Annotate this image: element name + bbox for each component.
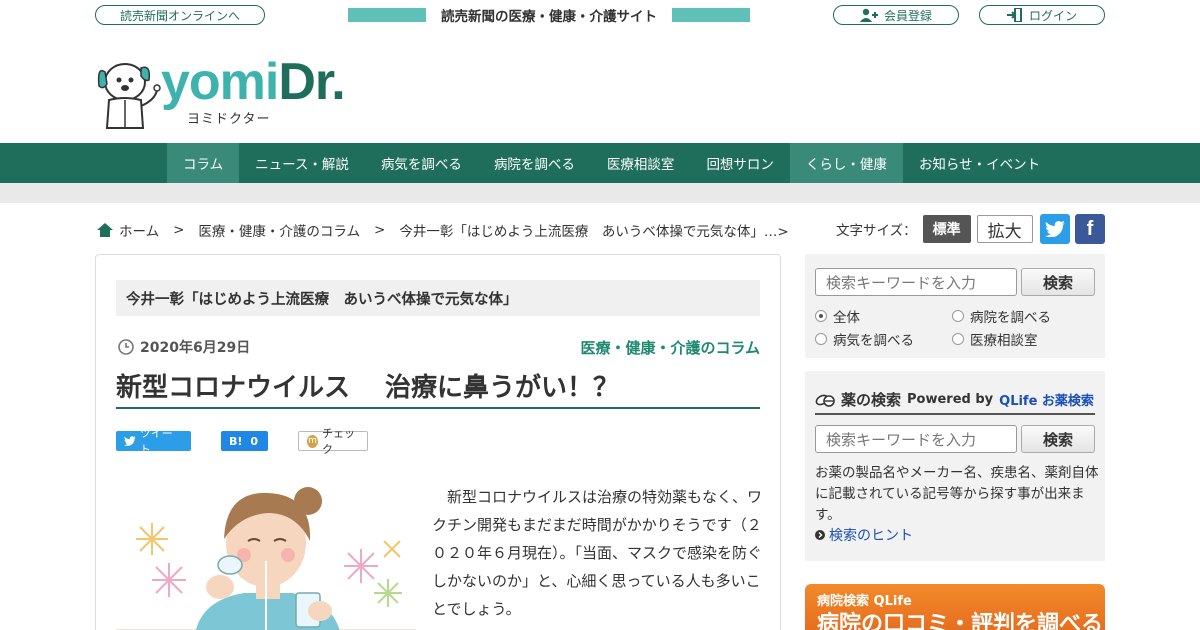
facebook-f-icon: f — [1086, 217, 1094, 240]
banner-big-text: 病院の口コミ・評判を調べる — [817, 612, 1104, 630]
tagline-bar-right — [672, 8, 750, 22]
login-label: ログイン — [1028, 8, 1077, 23]
mixi-check-button[interactable]: m チェック — [298, 427, 368, 456]
login-icon — [1006, 8, 1022, 22]
nav-items: コラム ニュース・解説 病気を調べる 病院を調べる 医療相談室 回想サロン くらし・健康 お知… — [167, 143, 1056, 183]
article-series-title[interactable]: 今井一彰「はじめよう上流医療 あいうべ体操で元気な体」 — [116, 280, 760, 316]
site-logo[interactable]: yomiDr. ヨミドクター — [95, 53, 375, 130]
twitter-bird-icon — [124, 436, 136, 446]
breadcrumb-series[interactable]: 今井一彰「はじめよう上流医療 あいうべ体操で元気な体」…> — [399, 220, 794, 240]
radio-checked-icon — [815, 310, 827, 322]
global-nav: コラム ニュース・解説 病気を調べる 病院を調べる 医療相談室 回想サロン くらし・健康 お知… — [0, 143, 1200, 183]
drug-search-description: お薬の製品名やメーカー名、疾患名、薬剤自体に記載されている記号等から探す事が出来… — [815, 465, 1099, 523]
logo-subtitle: ヨミドクター — [187, 112, 271, 127]
hatena-bookmark-button[interactable]: B! 0 — [221, 431, 268, 451]
breadcrumb: ホーム > 医療・健康・介護のコラム > 今井一彰「はじめよう上流医療 あいうべ… — [97, 220, 794, 240]
breadcrumb-separator: > — [374, 222, 386, 238]
register-button[interactable]: 会員登録 — [833, 5, 959, 25]
site-search-button[interactable]: 検索 — [1021, 268, 1095, 296]
logo-dr: Dr. — [278, 53, 345, 111]
nav-item-1[interactable]: ニュース・解説 — [239, 143, 365, 183]
search-scope-disease-label: 病気を調べる — [833, 333, 914, 349]
site-tagline: 読売新聞の医療・健康・介護サイト — [348, 6, 750, 25]
nav-item-7[interactable]: お知らせ・イベント — [903, 143, 1056, 183]
search-scope-all[interactable]: 全体 — [815, 306, 860, 326]
font-size-label: 文字サイズ： — [836, 223, 917, 239]
article-category-link[interactable]: 医療・健康・介護のコラム — [580, 337, 760, 358]
login-button[interactable]: ログイン — [979, 5, 1105, 25]
nav-item-3[interactable]: 病院を調べる — [478, 143, 591, 183]
twitter-share-button[interactable] — [1040, 214, 1070, 244]
home-icon — [97, 223, 113, 237]
radio-unchecked-icon — [815, 333, 827, 345]
article-illustration — [116, 483, 416, 630]
article-date: 2020年6月29日 — [118, 337, 250, 357]
article-date-text: 2020年6月29日 — [140, 340, 251, 356]
hatena-label: B! — [229, 434, 243, 448]
twitter-bird-icon — [1045, 221, 1065, 237]
breadcrumb-home[interactable]: ホーム — [119, 220, 159, 240]
hospital-review-banner[interactable]: 病院検索 QLife 病院の口コミ・評判を調べる — [805, 584, 1105, 630]
search-scope-all-label: 全体 — [833, 310, 860, 326]
nav-item-6[interactable]: くらし・健康 — [789, 143, 903, 183]
tagline-bar-left — [348, 8, 426, 22]
drug-search-input[interactable]: 検索キーワードを入力 — [815, 425, 1017, 453]
nav-item-2[interactable]: 病気を調べる — [365, 143, 478, 183]
pill-icon — [815, 394, 835, 407]
article-title: 新型コロナウイルス 治療に鼻うがい！？ — [116, 367, 760, 409]
register-label: 会員登録 — [883, 8, 932, 23]
facebook-share-button[interactable]: f — [1075, 214, 1105, 244]
drug-search-button[interactable]: 検索 — [1021, 425, 1095, 453]
mixi-label: チェック — [321, 427, 355, 456]
search-hint-label: 検索のヒント — [829, 528, 913, 544]
nav-item-5[interactable]: 回想サロン — [690, 143, 790, 183]
site-search-box: 検索キーワードを入力 検索 全体 病院を調べる 病気を調べる 医療相談室 — [805, 254, 1105, 358]
tagline-text: 読売新聞の医療・健康・介護サイト — [441, 9, 657, 25]
tweet-label: ツイート — [139, 427, 173, 456]
breadcrumb-column[interactable]: 医療・健康・介護のコラム — [198, 220, 360, 240]
breadcrumb-separator: > — [173, 222, 185, 238]
hatena-count: 0 — [250, 434, 259, 448]
clock-icon — [118, 339, 134, 355]
drug-search-powered: Powered by — [907, 391, 994, 407]
radio-unchecked-icon — [952, 333, 964, 345]
font-size-large-button[interactable]: 拡大 — [976, 215, 1033, 243]
search-scope-hospital[interactable]: 病院を調べる — [952, 306, 1051, 326]
arrow-circle-icon — [815, 530, 825, 540]
radio-unchecked-icon — [952, 310, 964, 322]
doctor-dog-mascot-icon — [97, 63, 161, 129]
search-scope-consult-label: 医療相談室 — [970, 333, 1038, 349]
nav-subbar — [0, 183, 1200, 203]
drug-search-header: 薬の検索 Powered by QLife お薬検索 — [815, 385, 1095, 415]
drug-search-provider-link[interactable]: QLife お薬検索 — [999, 390, 1094, 409]
site-search-input[interactable]: 検索キーワードを入力 — [815, 268, 1017, 296]
yomiuri-online-label: 読売新聞オンラインへ — [119, 8, 240, 23]
logo-yomi: yomi — [161, 53, 279, 111]
article-card: 今井一彰「はじめよう上流医療 あいうべ体操で元気な体」 2020年6月29日 医… — [95, 254, 781, 630]
drug-search-box: 薬の検索 Powered by QLife お薬検索 検索キーワードを入力 検索… — [805, 371, 1105, 561]
yomiuri-online-link[interactable]: 読売新聞オンラインへ — [95, 5, 265, 25]
logo-wordmark: yomiDr. — [161, 52, 346, 112]
tweet-button[interactable]: ツイート — [116, 427, 191, 456]
font-size-standard-button[interactable]: 標準 — [922, 215, 971, 243]
search-scope-hospital-label: 病院を調べる — [970, 310, 1051, 326]
mixi-icon: m — [307, 434, 318, 448]
woman-nasal-rinse-illustration — [116, 487, 416, 630]
nav-item-0[interactable]: コラム — [167, 143, 240, 183]
search-scope-consult[interactable]: 医療相談室 — [952, 329, 1038, 349]
search-scope-disease[interactable]: 病気を調べる — [815, 329, 914, 349]
drug-search-title: 薬の検索 — [841, 390, 902, 409]
article-body: 新型コロナウイルスは治療の特効薬もなく、ワクチン開発もまだまだ時間がかかりそうで… — [432, 488, 763, 618]
search-hint-link[interactable]: 検索のヒント — [815, 525, 913, 545]
nav-item-4[interactable]: 医療相談室 — [591, 143, 691, 183]
user-add-icon — [859, 8, 878, 22]
font-size-control: 文字サイズ： 標準 拡大 — [836, 215, 1033, 243]
